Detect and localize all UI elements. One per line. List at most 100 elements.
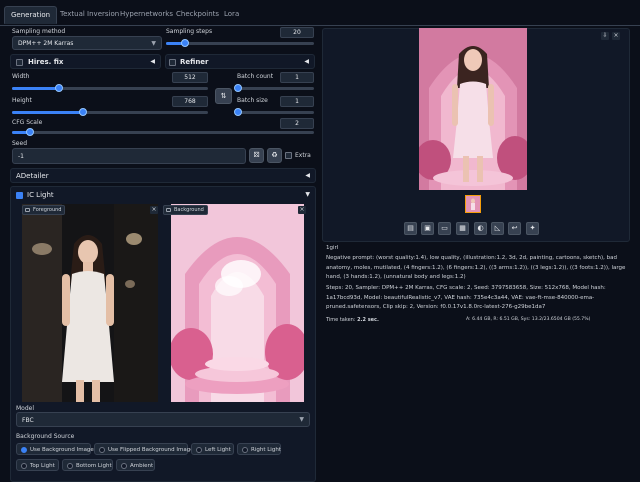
radio-left-light[interactable]: Left Light xyxy=(191,443,234,455)
ruler-icon: ◺ xyxy=(494,224,501,232)
batch-size-label: Batch size xyxy=(237,97,268,104)
send-to-extras-button[interactable]: ◺ xyxy=(491,222,504,235)
random-seed-button[interactable]: ⚄ xyxy=(249,148,264,163)
output-image[interactable] xyxy=(419,28,527,190)
slider-handle[interactable] xyxy=(78,108,87,116)
batch-size-input[interactable]: 1 xyxy=(280,96,314,107)
width-input[interactable]: 512 xyxy=(172,72,208,83)
reuse-seed-button[interactable]: ♻ xyxy=(267,148,282,163)
batch-count-input[interactable]: 1 xyxy=(280,72,314,83)
radio-dot xyxy=(67,463,73,469)
close-icon[interactable]: × xyxy=(612,32,620,40)
ic-light-checkbox[interactable] xyxy=(16,192,23,199)
tab-bar: Generation Textual Inversion Hypernetwor… xyxy=(0,0,640,26)
tab-checkpoints[interactable]: Checkpoints xyxy=(170,6,225,24)
collapse-triangle-icon: ◀ xyxy=(305,172,310,179)
output-prompt: 1girl xyxy=(326,245,339,251)
radio-top-light[interactable]: Top Light xyxy=(16,459,59,471)
slider-handle[interactable] xyxy=(55,84,64,92)
output-negative-prompt: Negative prompt: (worst quality:1.4), lo… xyxy=(326,255,626,280)
radio-use-flipped-background-image[interactable]: Use Flipped Background Image xyxy=(94,443,194,455)
batch-size-slider[interactable] xyxy=(234,108,314,116)
hires-fix-checkbox[interactable] xyxy=(16,59,23,66)
extra-checkbox[interactable] xyxy=(285,152,292,159)
foreground-tag: Foreground xyxy=(22,205,66,215)
sampling-steps-input[interactable]: 20 xyxy=(280,27,314,38)
radio-use-background-image[interactable]: Use Background Image xyxy=(16,443,94,455)
hires-fix-accordion[interactable]: Hires. fix ◀ xyxy=(10,54,161,69)
radio-dot xyxy=(21,447,27,453)
send-to-inpaint-button[interactable]: ◐ xyxy=(474,222,487,235)
open-folder-button[interactable]: ▤ xyxy=(404,222,417,235)
remove-foreground-button[interactable]: × xyxy=(150,206,158,214)
output-photo xyxy=(419,28,527,190)
refiner-accordion[interactable]: Refiner ◀ xyxy=(165,54,315,69)
cfg-scale-slider[interactable] xyxy=(12,128,314,136)
dice-icon: ⚄ xyxy=(253,151,260,159)
hires-fix-label: Hires. fix xyxy=(28,58,64,66)
collapse-triangle-icon: ◀ xyxy=(150,58,155,65)
adetailer-accordion[interactable]: ADetailer ◀ xyxy=(10,168,316,183)
slider-handle[interactable] xyxy=(26,128,35,136)
height-label: Height xyxy=(12,97,32,104)
background-tag: Background xyxy=(163,205,208,215)
background-image[interactable] xyxy=(171,204,304,402)
tab-lora[interactable]: Lora xyxy=(218,6,245,24)
model-value: FBC xyxy=(22,417,34,424)
extra-action-button[interactable]: ✦ xyxy=(526,222,539,235)
radio-ambient[interactable]: Ambient xyxy=(116,459,155,471)
folder-icon: ▤ xyxy=(407,224,414,232)
chevron-down-icon: ▼ xyxy=(151,40,156,47)
close-icon: × xyxy=(299,206,305,213)
cfg-scale-input[interactable]: 2 xyxy=(280,118,314,129)
output-thumbnail[interactable] xyxy=(465,195,481,213)
chevron-down-icon: ▼ xyxy=(299,416,304,423)
close-icon: × xyxy=(151,206,157,213)
background-source-label: Background Source xyxy=(16,433,75,440)
swap-dimensions-button[interactable]: ⇅ xyxy=(215,88,232,104)
download-icon[interactable]: ⇩ xyxy=(601,32,609,40)
image-icon: ▦ xyxy=(459,224,466,232)
seed-input[interactable]: -1 xyxy=(12,148,246,164)
vram-usage: A: 6.44 GB, R: 6.51 GB, Sys: 13.2/23.650… xyxy=(466,317,591,322)
zip-button[interactable]: ▭ xyxy=(438,222,451,235)
send-to-img2img-button[interactable]: ▦ xyxy=(456,222,469,235)
sampling-method-label: Sampling method xyxy=(12,28,66,35)
image-icon xyxy=(166,208,171,212)
time-taken: Time taken: 2.2 sec. xyxy=(326,317,379,323)
ic-light-label: IC Light xyxy=(27,191,54,199)
height-input[interactable]: 768 xyxy=(172,96,208,107)
adetailer-label: ADetailer xyxy=(16,172,49,180)
remove-background-button[interactable]: × xyxy=(298,206,306,214)
slider-handle[interactable] xyxy=(234,84,242,92)
sampling-method-select[interactable]: DPM++ 2M Karras ▼ xyxy=(12,36,162,50)
save-button[interactable]: ▣ xyxy=(421,222,434,235)
height-slider[interactable] xyxy=(12,108,208,116)
arrow-icon: ↩ xyxy=(511,224,518,232)
model-select[interactable]: FBC ▼ xyxy=(16,412,310,427)
sampling-method-value: DPM++ 2M Karras xyxy=(18,40,74,47)
radio-dot xyxy=(196,447,202,453)
batch-count-slider[interactable] xyxy=(234,84,314,92)
sparkle-icon: ✦ xyxy=(529,224,536,232)
foreground-photo xyxy=(22,204,158,402)
refiner-checkbox[interactable] xyxy=(169,59,176,66)
radio-dot xyxy=(242,447,248,453)
recycle-icon: ♻ xyxy=(271,151,278,159)
palette-icon: ◐ xyxy=(477,224,484,232)
foreground-image[interactable] xyxy=(22,204,158,402)
sampling-steps-slider[interactable] xyxy=(166,39,314,47)
seed-label: Seed xyxy=(12,140,27,147)
expand-triangle-icon: ▼ xyxy=(305,191,310,198)
output-parameters: Steps: 20, Sampler: DPM++ 2M Karras, CFG… xyxy=(326,285,606,310)
send-to-controlnet-button[interactable]: ↩ xyxy=(508,222,521,235)
tab-generation[interactable]: Generation xyxy=(4,6,58,24)
width-slider[interactable] xyxy=(12,84,208,92)
slider-handle[interactable] xyxy=(234,108,242,116)
slider-handle[interactable] xyxy=(181,39,190,47)
radio-bottom-light[interactable]: Bottom Light xyxy=(62,459,113,471)
radio-right-light[interactable]: Right Light xyxy=(237,443,281,455)
cfg-scale-label: CFG Scale xyxy=(12,119,43,126)
swap-icon: ⇅ xyxy=(220,92,227,100)
image-icon xyxy=(25,208,30,212)
